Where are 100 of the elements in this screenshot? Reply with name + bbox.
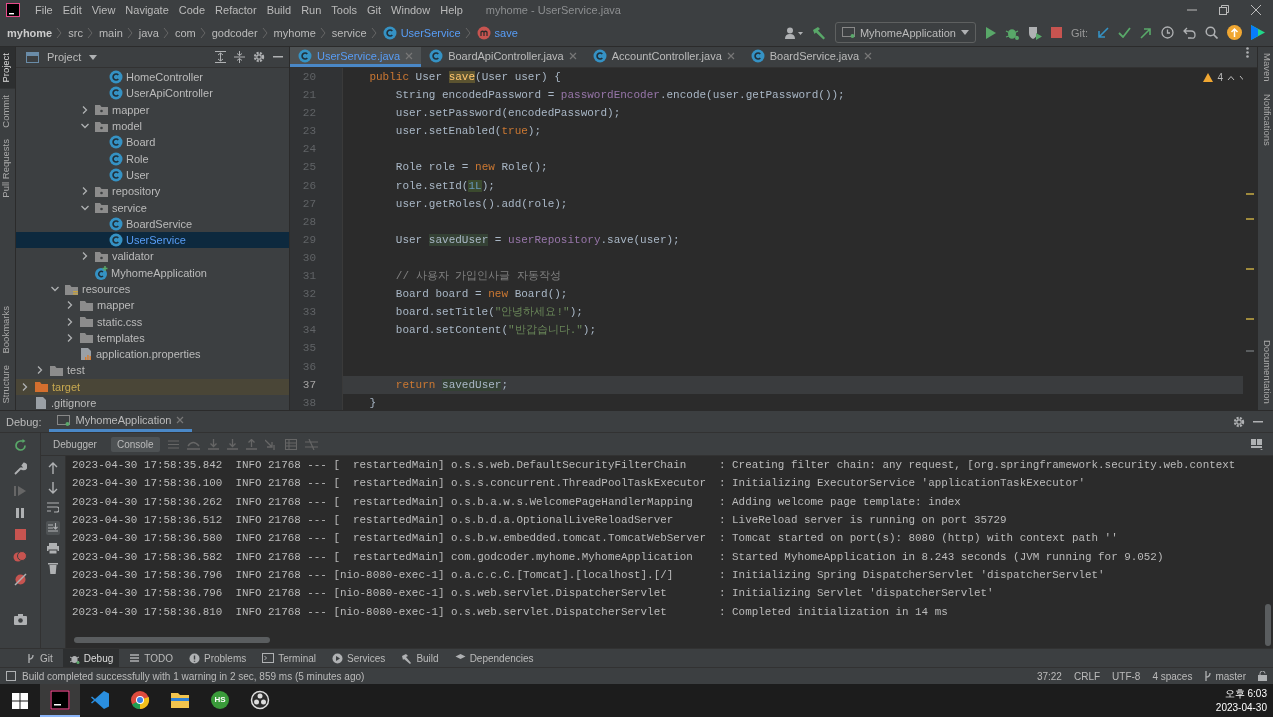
tree-item-label[interactable]: MyhomeApplication bbox=[111, 266, 207, 279]
arrow-up-right-icon[interactable] bbox=[1140, 26, 1152, 39]
breadcrumb-item[interactable]: java bbox=[138, 26, 159, 39]
tree-item-label[interactable]: service bbox=[112, 201, 147, 214]
menu-item[interactable]: Build bbox=[261, 3, 297, 16]
editor-tab[interactable]: BoardService.java bbox=[742, 47, 881, 67]
tool-window-tab[interactable]: Bookmarks bbox=[0, 299, 15, 360]
folder-icon[interactable] bbox=[170, 690, 190, 709]
menu-item[interactable]: File bbox=[30, 3, 58, 16]
chevron-icon[interactable] bbox=[20, 381, 30, 392]
windows-logo-icon[interactable] bbox=[12, 692, 28, 709]
chevron-icon[interactable] bbox=[65, 300, 75, 311]
menu-item[interactable]: Code bbox=[173, 3, 211, 16]
status-message[interactable]: Build completed successfully with 1 warning in 2 sec, 859 ms (5 minutes ago) bbox=[22, 670, 365, 682]
clock-icon[interactable] bbox=[1161, 26, 1174, 39]
tree-item-label[interactable]: validator bbox=[112, 250, 154, 263]
stop-icon[interactable] bbox=[1050, 27, 1062, 38]
circle-logo-icon[interactable] bbox=[130, 689, 150, 710]
panel-icon[interactable] bbox=[6, 671, 16, 681]
scrollbar-thumb[interactable] bbox=[74, 637, 270, 643]
search-icon[interactable] bbox=[1205, 26, 1218, 39]
user-icon[interactable] bbox=[784, 26, 803, 39]
selected-tree-row[interactable]: UserService bbox=[16, 231, 289, 249]
warning-count[interactable]: 4 bbox=[1217, 72, 1223, 83]
stop-icon[interactable] bbox=[14, 529, 26, 540]
tree-row-background[interactable]: Board bbox=[16, 134, 289, 151]
shield-run-icon[interactable] bbox=[1027, 25, 1042, 40]
run-configuration-dropdown[interactable]: MyhomeApplication bbox=[834, 22, 976, 43]
file-encoding[interactable]: UTF-8 bbox=[1112, 670, 1141, 682]
tree-item-label[interactable]: .gitignore bbox=[51, 397, 97, 410]
menu-item[interactable]: Tools bbox=[326, 3, 362, 16]
tool-window-button[interactable]: Services bbox=[326, 649, 392, 667]
lock-icon[interactable] bbox=[1258, 671, 1267, 681]
tree-row-background[interactable]: service bbox=[16, 199, 289, 216]
tree-row-background[interactable]: repository bbox=[16, 183, 289, 200]
more-icon[interactable] bbox=[1246, 47, 1249, 58]
breadcrumb-item[interactable]: com bbox=[174, 26, 196, 39]
tool-window-button[interactable]: Debug bbox=[62, 649, 120, 667]
tree-row-background[interactable]: Role bbox=[16, 150, 289, 167]
chevron-icon[interactable] bbox=[50, 284, 60, 294]
expand-all-icon[interactable] bbox=[215, 51, 226, 63]
debug-tab[interactable]: Debugger bbox=[47, 436, 103, 452]
breakpoints-icon[interactable] bbox=[13, 550, 27, 563]
chevron-icon[interactable] bbox=[35, 365, 45, 376]
settings-icon[interactable] bbox=[253, 51, 265, 63]
editor-tab[interactable]: AccountController.java bbox=[584, 47, 743, 67]
tree-row-background[interactable]: static.css bbox=[16, 313, 289, 330]
breadcrumb-item[interactable]: src bbox=[68, 26, 83, 39]
tree-item-label[interactable]: application.properties bbox=[96, 348, 201, 361]
tree-row-background[interactable]: test bbox=[16, 362, 289, 379]
close-icon[interactable] bbox=[568, 51, 577, 60]
tree-row-background[interactable]: User bbox=[16, 166, 289, 184]
tree-row-background[interactable]: validator bbox=[16, 248, 289, 265]
layout-icon[interactable] bbox=[1251, 438, 1263, 450]
tool-window-tab[interactable]: Notifications bbox=[1258, 87, 1273, 152]
ribbon-logo-icon[interactable] bbox=[90, 689, 110, 710]
tree-item-label[interactable]: templates bbox=[97, 331, 145, 344]
tool-window-button[interactable]: Git bbox=[20, 649, 59, 667]
tree-item-label[interactable]: model bbox=[112, 120, 142, 133]
tree-row-background[interactable]: HomeController bbox=[16, 69, 289, 86]
tree-row-background[interactable]: target bbox=[16, 378, 289, 395]
menu-item[interactable]: Window bbox=[386, 3, 436, 16]
minimize-icon[interactable] bbox=[1253, 420, 1263, 423]
editor-tab[interactable]: UserService.java bbox=[290, 47, 422, 67]
tool-window-button[interactable]: TODO bbox=[123, 649, 179, 667]
chevron-icon[interactable] bbox=[65, 316, 75, 327]
tree-row-background[interactable]: application.properties bbox=[16, 346, 289, 363]
menu-item[interactable]: Navigate bbox=[120, 3, 174, 16]
check-icon[interactable] bbox=[1118, 27, 1131, 38]
pause-icon[interactable] bbox=[15, 507, 25, 519]
down-arrow-icon[interactable] bbox=[48, 482, 58, 494]
tree-item-label[interactable]: target bbox=[52, 380, 81, 393]
tree-row-background[interactable]: .gitignore bbox=[16, 394, 289, 410]
menu-item[interactable]: View bbox=[86, 3, 121, 16]
chevron-icon[interactable] bbox=[80, 251, 90, 262]
close-icon[interactable] bbox=[176, 416, 185, 424]
debug-tab[interactable]: Console bbox=[110, 436, 160, 452]
up-arrow-icon[interactable] bbox=[48, 462, 58, 474]
camera-icon[interactable] bbox=[13, 614, 27, 625]
square-logo-icon[interactable] bbox=[50, 689, 70, 710]
tool-window-tab[interactable]: Structure bbox=[0, 359, 15, 410]
cursor-position[interactable]: 37:22 bbox=[1036, 670, 1062, 682]
tree-item-label[interactable]: mapper bbox=[97, 299, 135, 312]
trash-icon[interactable] bbox=[48, 562, 58, 574]
tool-window-tab[interactable]: Commit bbox=[0, 88, 15, 134]
tool-window-tab[interactable]: Maven bbox=[1258, 47, 1273, 88]
hammer-icon[interactable] bbox=[811, 25, 826, 40]
tree-row-background[interactable]: mapper bbox=[16, 101, 289, 118]
tool-window-button[interactable]: Dependencies bbox=[448, 649, 540, 667]
breadcrumb-item[interactable]: myhome bbox=[7, 26, 53, 39]
tree-item-label[interactable]: Role bbox=[126, 152, 149, 165]
clock-time[interactable]: 오후 6:03 bbox=[1224, 686, 1267, 701]
clock-date[interactable]: 2023-04-30 bbox=[1215, 700, 1267, 715]
close-icon[interactable] bbox=[864, 51, 873, 60]
tree-row-background[interactable]: UserApiController bbox=[16, 85, 289, 102]
tree-item-label[interactable]: UserApiController bbox=[126, 87, 213, 100]
scroll-to-end-icon[interactable] bbox=[46, 521, 60, 535]
tree-row-background[interactable]: MyhomeApplication bbox=[16, 264, 289, 281]
tree-row-background[interactable]: mapper bbox=[16, 297, 289, 314]
collapse-all-icon[interactable] bbox=[234, 51, 245, 63]
